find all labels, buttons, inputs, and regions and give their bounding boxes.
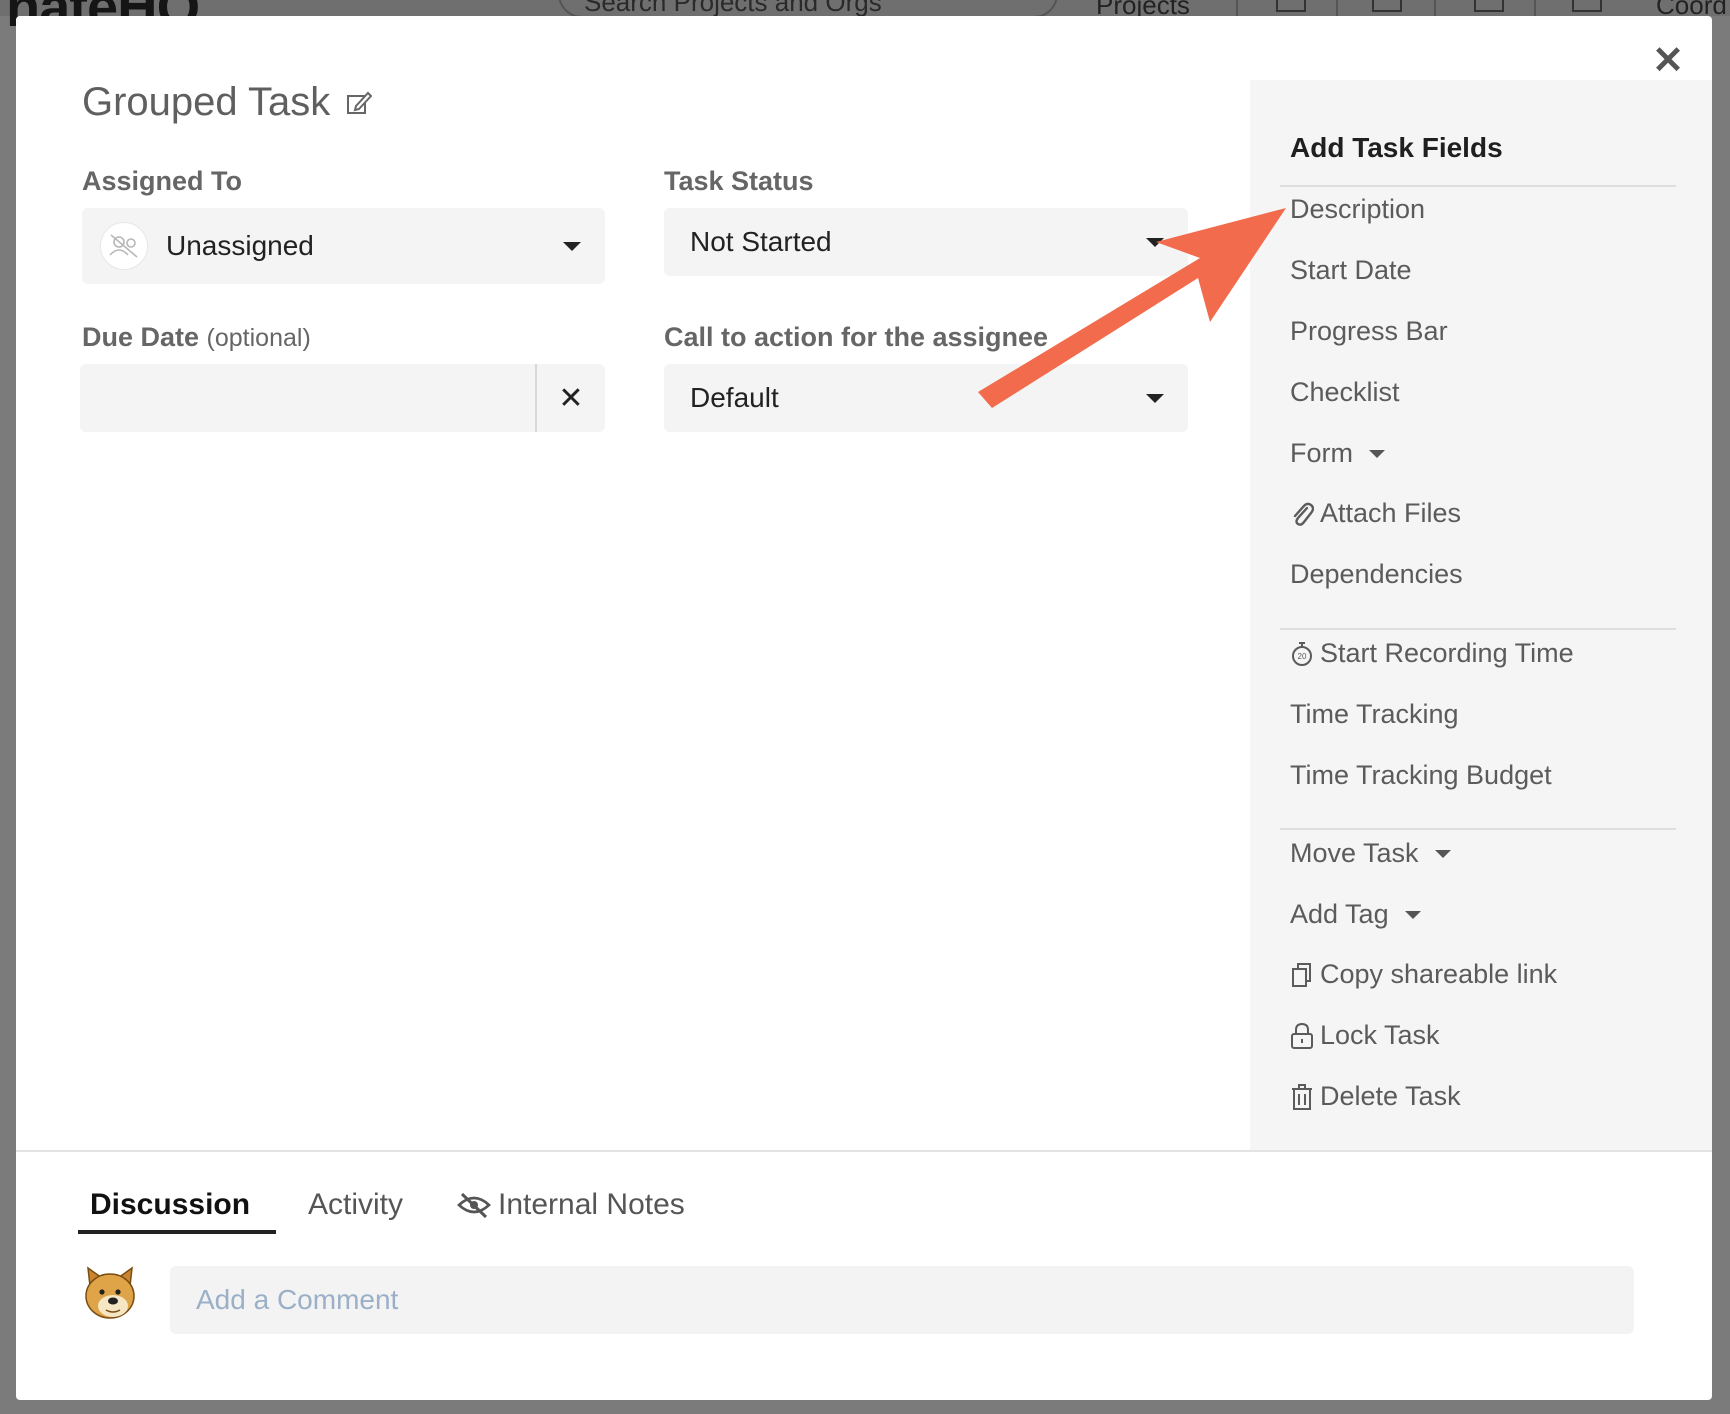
assigned-to-label: Assigned To — [82, 166, 243, 196]
stopwatch-icon: 20 — [1292, 641, 1312, 666]
panel-item-form[interactable]: Form — [1290, 438, 1385, 469]
lock-icon — [1291, 1022, 1313, 1049]
due-date-label-text: Due Date — [82, 322, 200, 352]
panel-divider — [1280, 828, 1676, 830]
close-icon[interactable]: ✕ — [1652, 42, 1684, 80]
bottom-divider — [16, 1150, 1712, 1152]
title-row: Grouped Task — [82, 80, 373, 125]
chevron-down-icon — [1146, 393, 1164, 403]
panel-divider — [1280, 185, 1676, 187]
panel-item-label: Lock Task — [1320, 1020, 1440, 1050]
panel-item-label: Form — [1290, 438, 1353, 468]
background-mail-icon — [1474, 0, 1504, 12]
background-calendar-icon — [1372, 0, 1402, 12]
tab-label: Discussion — [90, 1188, 251, 1221]
panel-item-label: Time Tracking — [1290, 699, 1459, 729]
call-to-action-value: Default — [690, 382, 779, 413]
tab-activity[interactable]: Activity — [308, 1188, 403, 1222]
due-date-field[interactable]: ✕ — [80, 364, 605, 432]
unassigned-avatar-icon — [100, 222, 148, 270]
panel-item-start-recording-time[interactable]: 20 Start Recording Time — [1290, 638, 1574, 669]
tab-label: Activity — [308, 1188, 404, 1221]
comment-input[interactable] — [170, 1266, 1634, 1334]
trash-icon — [1292, 1083, 1312, 1110]
assigned-to-select[interactable]: Unassigned — [82, 208, 605, 284]
clear-date-button[interactable]: ✕ — [535, 364, 605, 432]
background-tasks-icon — [1276, 0, 1306, 12]
panel-item-label: Move Task — [1290, 838, 1419, 868]
svg-text:20: 20 — [1298, 652, 1307, 661]
panel-item-start-date[interactable]: Start Date — [1290, 255, 1412, 286]
chevron-down-icon — [1404, 910, 1421, 919]
panel-item-attach-files[interactable]: Attach Files — [1290, 498, 1461, 529]
chevron-down-icon — [1146, 237, 1164, 247]
panel-item-progress-bar[interactable]: Progress Bar — [1290, 316, 1448, 347]
panel-item-label: Progress Bar — [1290, 316, 1448, 346]
panel-item-label: Description — [1290, 194, 1426, 224]
due-date-optional-text: (optional) — [206, 324, 311, 352]
task-modal: ✕ Grouped Task Assigned To Unassigned Ta… — [16, 16, 1712, 1400]
paperclip-icon — [1293, 502, 1314, 526]
panel-item-time-tracking-budget[interactable]: Time Tracking Budget — [1290, 760, 1552, 791]
tab-label: Internal Notes — [498, 1188, 685, 1221]
task-status-select[interactable]: Not Started — [664, 208, 1188, 276]
background-home-icon — [1572, 0, 1602, 12]
panel-item-add-tag[interactable]: Add Tag — [1290, 899, 1421, 930]
panel-item-delete-task[interactable]: Delete Task — [1290, 1081, 1461, 1112]
panel-title: Add Task Fields — [1290, 132, 1503, 163]
panel-item-copy-link[interactable]: Copy shareable link — [1290, 959, 1557, 990]
panel-item-label: Checklist — [1290, 377, 1400, 407]
panel-item-label: Start Recording Time — [1320, 638, 1574, 668]
due-date-label: Due Date (optional) — [82, 322, 311, 353]
chevron-down-icon — [1434, 849, 1451, 858]
task-title[interactable]: Grouped Task — [82, 80, 330, 125]
tab-discussion[interactable]: Discussion — [90, 1188, 250, 1222]
tab-internal-notes[interactable]: Internal Notes — [456, 1188, 685, 1222]
panel-item-label: Copy shareable link — [1320, 959, 1558, 989]
panel-item-move-task[interactable]: Move Task — [1290, 838, 1451, 869]
panel-divider — [1280, 628, 1676, 630]
call-to-action-label: Call to action for the assignee — [664, 322, 1049, 352]
chevron-down-icon — [1369, 449, 1385, 458]
add-task-fields-panel: Add Task Fields Description Start Date P… — [1250, 80, 1712, 1150]
panel-item-label: Time Tracking Budget — [1290, 760, 1552, 790]
task-status-label: Task Status — [664, 166, 814, 196]
panel-item-label: Add Tag — [1290, 899, 1389, 929]
panel-item-label: Start Date — [1290, 255, 1412, 285]
panel-item-checklist[interactable]: Checklist — [1290, 377, 1400, 408]
edit-icon[interactable] — [346, 90, 373, 116]
panel-item-label: Dependencies — [1290, 559, 1463, 589]
panel-item-label: Delete Task — [1320, 1081, 1461, 1111]
user-avatar — [85, 1266, 135, 1319]
task-status-value: Not Started — [690, 226, 832, 257]
assigned-to-value: Unassigned — [166, 230, 314, 261]
copy-icon — [1292, 962, 1311, 987]
panel-item-description[interactable]: Description — [1290, 194, 1425, 225]
panel-item-dependencies[interactable]: Dependencies — [1290, 559, 1463, 590]
panel-item-time-tracking[interactable]: Time Tracking — [1290, 699, 1459, 730]
active-tab-underline — [78, 1230, 276, 1234]
chevron-down-icon — [563, 241, 581, 251]
panel-item-lock-task[interactable]: Lock Task — [1290, 1020, 1440, 1051]
call-to-action-select[interactable]: Default — [664, 364, 1188, 432]
eye-slash-icon — [457, 1192, 491, 1219]
panel-item-label: Attach Files — [1320, 498, 1462, 528]
